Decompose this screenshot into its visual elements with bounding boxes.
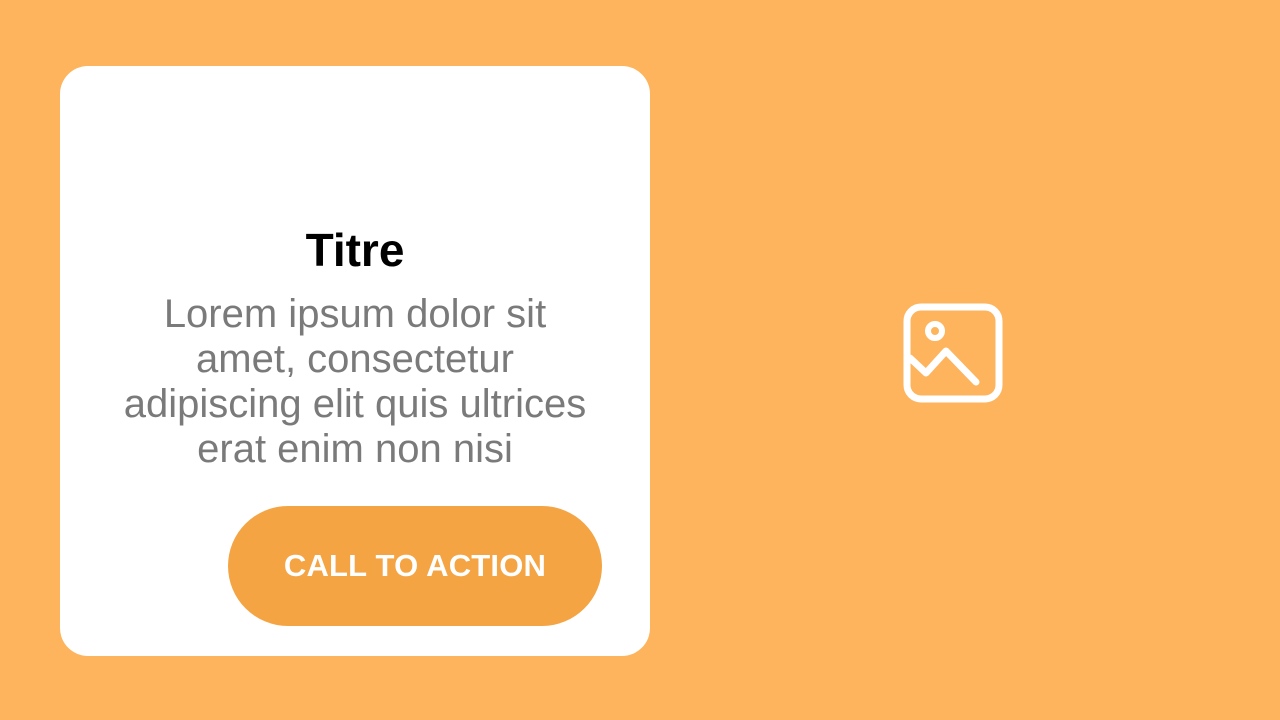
- body-line: amet, consectetur: [196, 337, 514, 381]
- call-to-action-button[interactable]: CALL TO ACTION: [228, 506, 602, 626]
- body-line: erat enim non nisi: [197, 427, 513, 471]
- body-line: adipiscing elit quis ultrices: [123, 382, 587, 426]
- card-title: Titre: [305, 224, 405, 276]
- image-placeholder-icon: [902, 302, 1004, 404]
- content-card: Titre Lorem ipsum dolor sit amet, consec…: [60, 66, 650, 656]
- body-line: Lorem ipsum dolor sit: [163, 292, 547, 336]
- card-body-text: Lorem ipsum dolor sit amet, consectetur …: [115, 292, 595, 472]
